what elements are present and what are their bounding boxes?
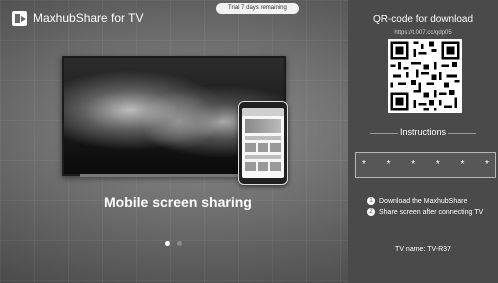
step-number-2: 2 bbox=[367, 208, 375, 216]
instructions-divider: Instructions bbox=[348, 127, 498, 139]
pin-char: * bbox=[435, 159, 440, 170]
carousel-pagination bbox=[165, 241, 182, 246]
carousel-area: MaxhubShare for TV Trial 7 days remainin… bbox=[0, 0, 348, 283]
step-text-2: Share screen after connecting TV bbox=[379, 209, 484, 216]
pin-char: * bbox=[386, 159, 391, 170]
pin-char: * bbox=[485, 159, 489, 170]
pin-char: * bbox=[362, 159, 366, 170]
instructions-label: Instructions bbox=[399, 127, 447, 137]
pin-char: * bbox=[411, 159, 416, 170]
app-logo-icon bbox=[12, 11, 27, 26]
app-title: MaxhubShare for TV bbox=[33, 11, 144, 25]
slide-title: Mobile screen sharing bbox=[104, 194, 252, 210]
tv-name: TV name: TV-R37 bbox=[395, 246, 451, 253]
instruction-steps: 1 Download the MaxhubShare 2 Share scree… bbox=[367, 197, 495, 219]
qr-code-image bbox=[388, 39, 462, 113]
step-text-1: Download the MaxhubShare bbox=[379, 198, 468, 205]
step-number-1: 1 bbox=[367, 197, 375, 205]
app-screen: MaxhubShare for TV Trial 7 days remainin… bbox=[0, 0, 498, 283]
phone-screen bbox=[242, 108, 284, 178]
phone-illustration bbox=[238, 101, 288, 185]
divider-line-right bbox=[448, 133, 476, 134]
qr-heading: QR-code for download bbox=[372, 14, 474, 25]
trial-badge: Trial 7 days remaining bbox=[216, 3, 299, 14]
instruction-step-2: 2 Share screen after connecting TV bbox=[367, 208, 495, 217]
pin-char: * bbox=[460, 159, 465, 170]
pagination-dot-2[interactable] bbox=[177, 241, 182, 246]
download-panel: QR-code for download https://t.007.cc/qd… bbox=[348, 0, 498, 283]
pagination-dot-1[interactable] bbox=[165, 241, 170, 246]
instruction-step-1: 1 Download the MaxhubShare bbox=[367, 197, 495, 206]
qr-code bbox=[388, 39, 462, 113]
qr-url: https://t.007.cc/qdp05 bbox=[394, 30, 452, 36]
pin-code-box: * * * * * * bbox=[355, 152, 496, 178]
